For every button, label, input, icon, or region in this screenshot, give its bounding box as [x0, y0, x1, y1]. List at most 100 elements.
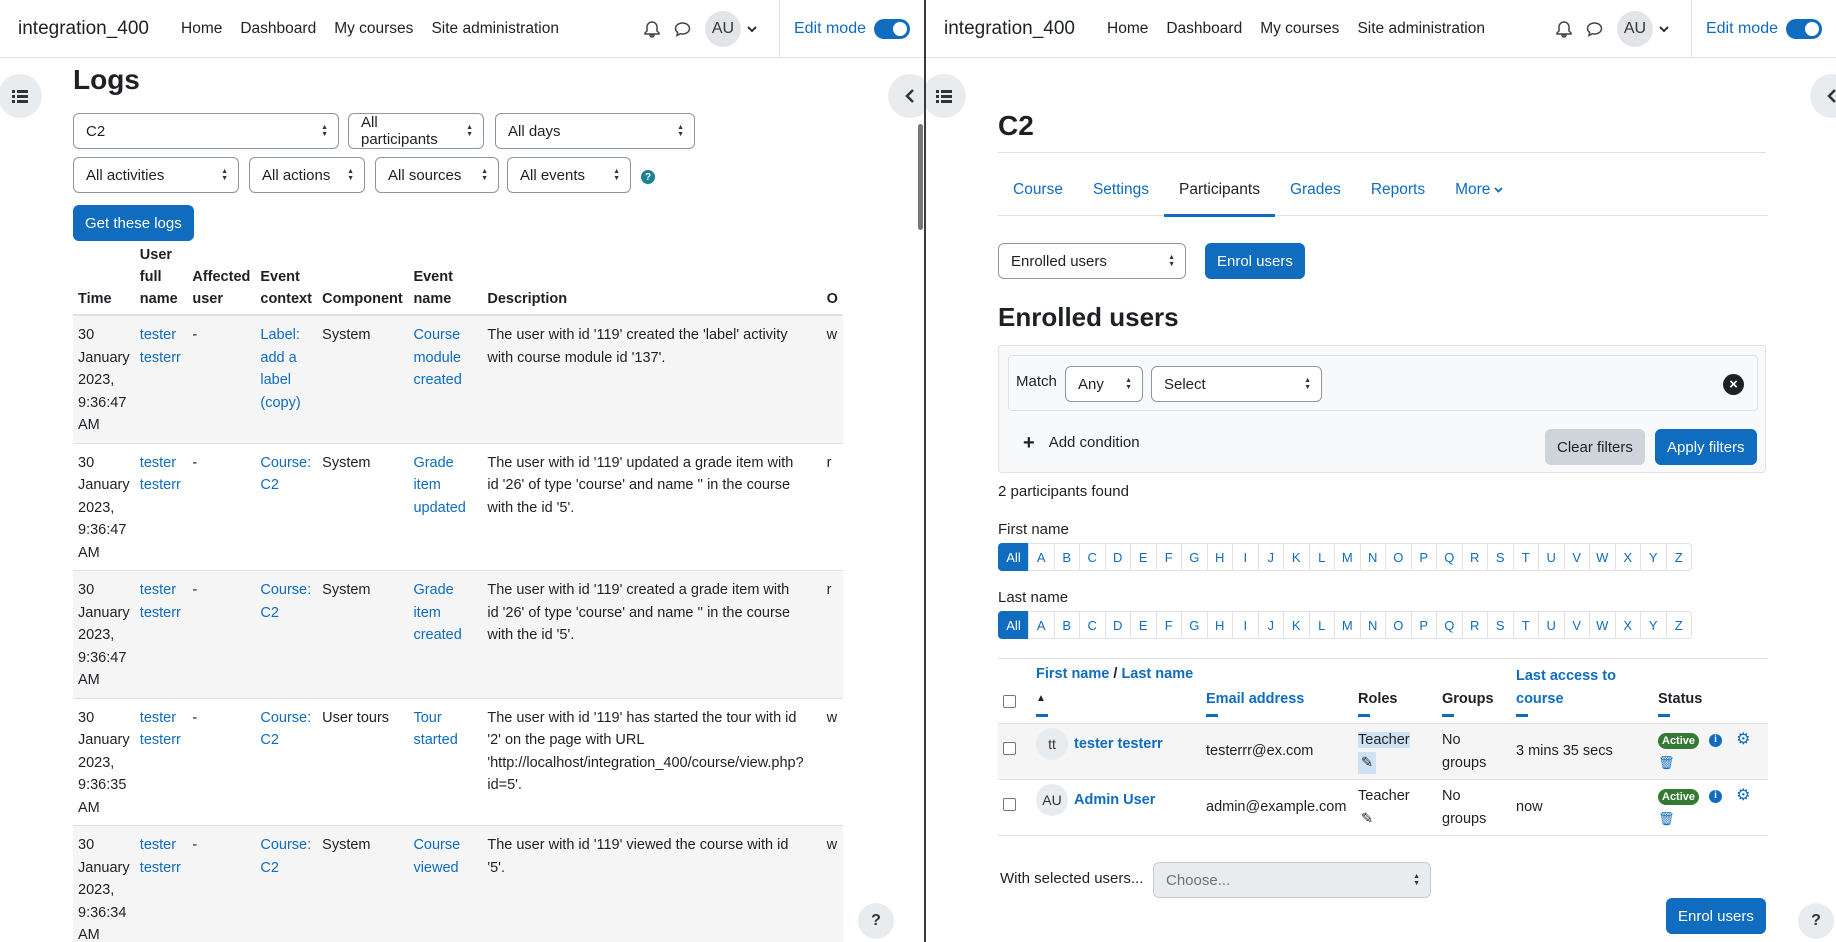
chat-icon[interactable]	[674, 21, 691, 37]
help-circle-icon[interactable]: ?	[641, 170, 655, 184]
initial-t[interactable]: T	[1512, 543, 1539, 571]
initial-o[interactable]: O	[1385, 611, 1412, 639]
bell-icon[interactable]	[644, 20, 660, 38]
initial-k[interactable]: K	[1283, 543, 1310, 571]
col-event-name[interactable]: Event name	[408, 240, 483, 316]
filter-type-select[interactable]: Select ▲ ▼	[1151, 366, 1322, 402]
gear-icon[interactable]: ⚙	[1736, 731, 1750, 748]
initial-r[interactable]: R	[1461, 543, 1488, 571]
event-link[interactable]: Course module created	[413, 327, 461, 388]
initial-n[interactable]: N	[1359, 611, 1386, 639]
initial-c[interactable]: C	[1079, 611, 1106, 639]
get-logs-button[interactable]: Get these logs	[73, 205, 194, 241]
edit-mode-toggle[interactable]	[1786, 19, 1822, 39]
initial-q[interactable]: Q	[1436, 543, 1463, 571]
user-link[interactable]: tester testerr	[140, 710, 181, 749]
initial-b[interactable]: B	[1053, 611, 1080, 639]
remove-condition-icon[interactable]: ×	[1723, 374, 1744, 395]
site-name[interactable]: integration_400	[18, 18, 149, 40]
initial-d[interactable]: D	[1104, 611, 1131, 639]
tab-participants[interactable]: Participants	[1163, 164, 1275, 217]
initial-y[interactable]: Y	[1640, 611, 1667, 639]
edit-mode-label[interactable]: Edit mode	[794, 20, 866, 38]
scrollbar-thumb[interactable]	[918, 124, 923, 230]
initial-c[interactable]: C	[1079, 543, 1106, 571]
pencil-icon[interactable]: ✎	[1358, 751, 1377, 774]
trash-icon[interactable]: 🗑	[1658, 811, 1675, 826]
add-condition-button[interactable]: + Add condition	[1023, 433, 1140, 453]
block-drawer-toggle[interactable]	[1810, 74, 1836, 118]
initial-v[interactable]: V	[1563, 611, 1590, 639]
actions-select[interactable]: All actions ▲ ▼	[249, 157, 365, 193]
nav-dashboard[interactable]: Dashboard	[1166, 20, 1242, 38]
initial-a[interactable]: A	[1028, 611, 1055, 639]
nav-site-administration[interactable]: Site administration	[431, 20, 559, 38]
participant-name-link[interactable]: tester testerr	[1074, 736, 1163, 752]
nav-site-administration[interactable]: Site administration	[1357, 20, 1485, 38]
tab-more[interactable]: More	[1440, 164, 1518, 216]
select-all-checkbox[interactable]	[1003, 694, 1016, 708]
event-link[interactable]: Tour started	[413, 710, 457, 749]
pencil-icon[interactable]: ✎	[1358, 808, 1376, 831]
course-select[interactable]: C2 ▲ ▼	[73, 113, 339, 149]
initial-h[interactable]: H	[1206, 543, 1233, 571]
col-description[interactable]: Description	[482, 240, 822, 316]
info-icon[interactable]: i	[1709, 733, 1723, 747]
participant-name-link[interactable]: Admin User	[1074, 792, 1155, 808]
activities-select[interactable]: All activities ▲ ▼	[73, 157, 239, 193]
event-link[interactable]: Course viewed	[413, 837, 460, 876]
user-link[interactable]: tester testerr	[140, 455, 181, 494]
initial-o[interactable]: O	[1385, 543, 1412, 571]
initial-m[interactable]: M	[1334, 611, 1361, 639]
match-select[interactable]: Any ▲ ▼	[1065, 366, 1143, 402]
initial-z[interactable]: Z	[1665, 611, 1692, 639]
initial-w[interactable]: W	[1589, 543, 1616, 571]
bulk-action-select[interactable]: Choose... ▲ ▼	[1153, 862, 1431, 898]
apply-filters-button[interactable]: Apply filters	[1655, 429, 1757, 465]
initial-m[interactable]: M	[1334, 543, 1361, 571]
sort-email[interactable]: Email address	[1206, 691, 1304, 707]
enrolled-users-select[interactable]: Enrolled users ▲ ▼	[998, 243, 1186, 279]
nav-my-courses[interactable]: My courses	[1260, 20, 1339, 38]
participants-select[interactable]: All participants ▲ ▼	[348, 113, 484, 149]
col-affected-user[interactable]: Affected user	[187, 240, 256, 316]
initial-x[interactable]: X	[1614, 611, 1641, 639]
user-link[interactable]: tester testerr	[140, 582, 181, 621]
initial-j[interactable]: J	[1257, 543, 1284, 571]
initial-z[interactable]: Z	[1665, 543, 1692, 571]
initial-a[interactable]: A	[1028, 543, 1055, 571]
course-index-toggle[interactable]	[926, 74, 966, 118]
initial-i[interactable]: I	[1232, 543, 1259, 571]
initial-l[interactable]: L	[1308, 543, 1335, 571]
nav-home[interactable]: Home	[181, 20, 222, 38]
hide-column-icon[interactable]	[1358, 714, 1370, 717]
days-select[interactable]: All days ▲ ▼	[495, 113, 695, 149]
user-link[interactable]: tester testerr	[140, 327, 181, 366]
nav-home[interactable]: Home	[1107, 20, 1148, 38]
initial-s[interactable]: S	[1487, 543, 1514, 571]
initial-all[interactable]: All	[998, 543, 1029, 571]
initial-i[interactable]: I	[1232, 611, 1259, 639]
sources-select[interactable]: All sources ▲ ▼	[375, 157, 499, 193]
col-component[interactable]: Component	[317, 240, 409, 316]
context-link[interactable]: Course: C2	[260, 582, 311, 621]
hide-column-icon[interactable]	[1442, 714, 1454, 717]
initial-g[interactable]: G	[1181, 611, 1208, 639]
initial-p[interactable]: P	[1410, 543, 1437, 571]
edit-mode-label[interactable]: Edit mode	[1706, 20, 1778, 38]
nav-my-courses[interactable]: My courses	[334, 20, 413, 38]
col-time[interactable]: Time	[73, 240, 135, 316]
col-user-full-name[interactable]: User full name	[134, 240, 188, 316]
sort-first-name[interactable]: First name	[1036, 666, 1109, 682]
context-link[interactable]: Course: C2	[260, 837, 311, 876]
site-name[interactable]: integration_400	[944, 18, 1075, 40]
initial-r[interactable]: R	[1461, 611, 1488, 639]
block-drawer-toggle[interactable]	[888, 74, 924, 118]
course-index-toggle[interactable]	[0, 74, 42, 118]
initial-l[interactable]: L	[1308, 611, 1335, 639]
tab-grades[interactable]: Grades	[1275, 164, 1356, 216]
event-link[interactable]: Grade item updated	[413, 455, 465, 516]
initial-h[interactable]: H	[1206, 611, 1233, 639]
context-link[interactable]: Course: C2	[260, 455, 311, 494]
help-button[interactable]: ?	[1798, 903, 1834, 939]
